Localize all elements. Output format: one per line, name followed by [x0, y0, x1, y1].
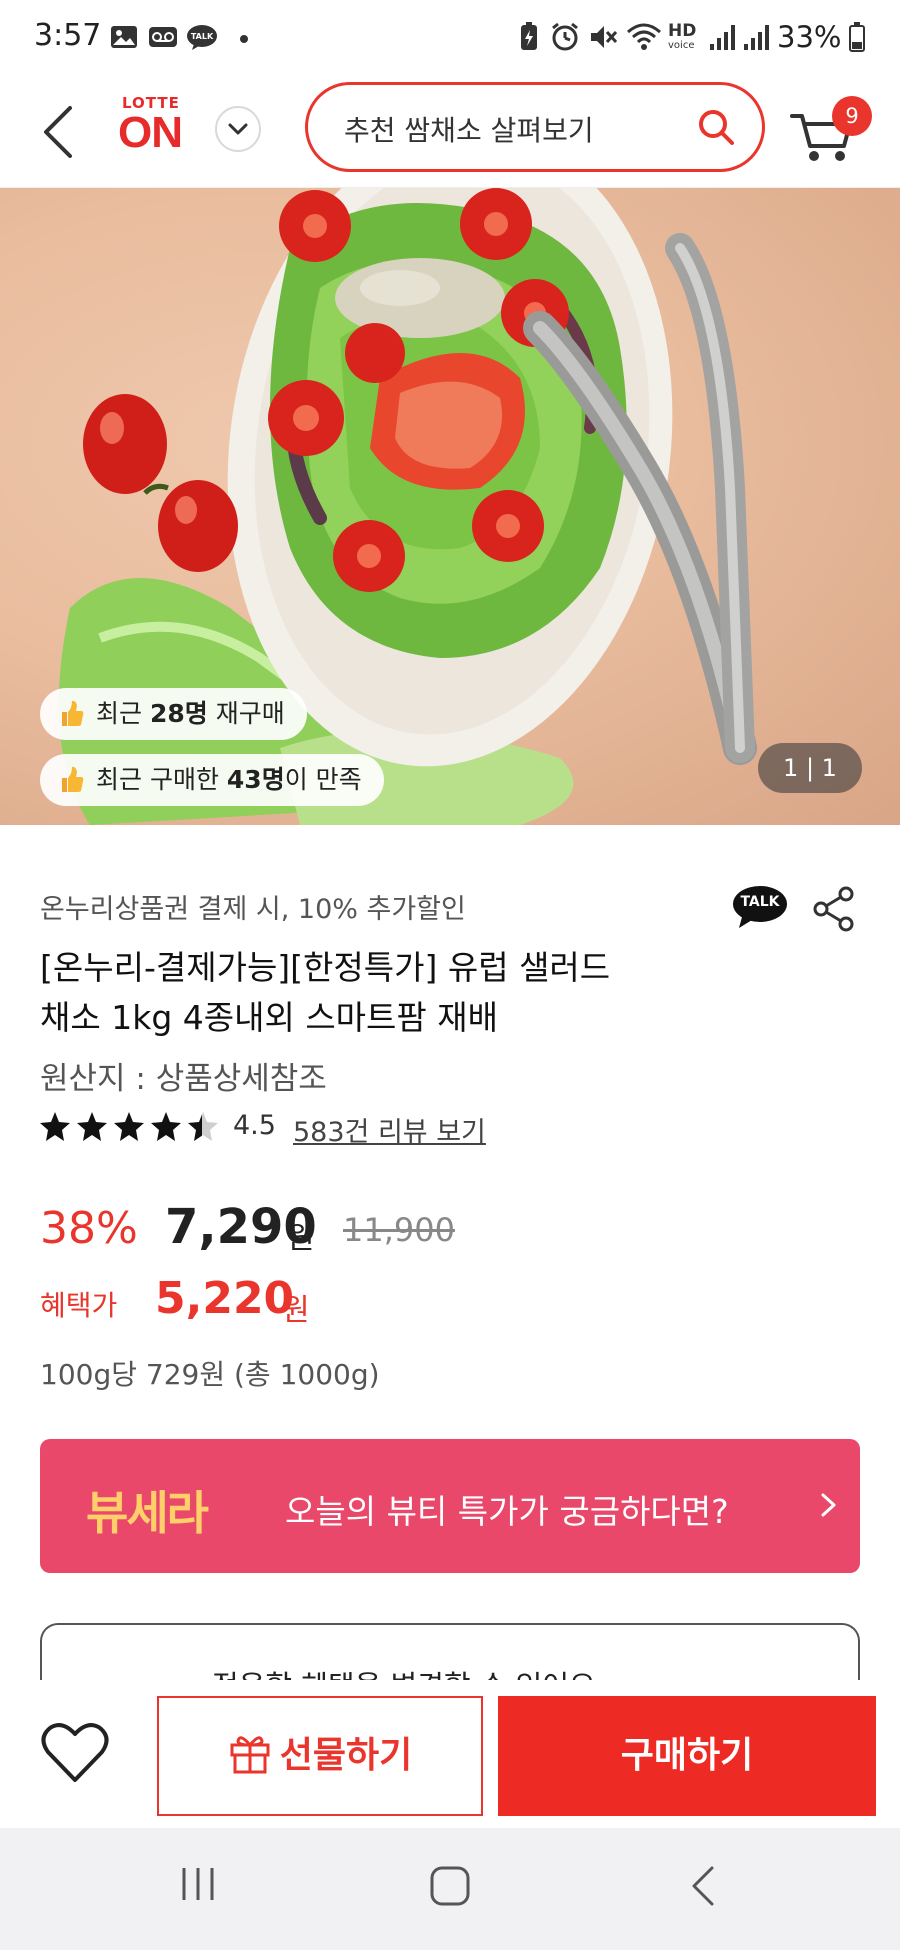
rating-value: 4.5 — [233, 1110, 276, 1141]
cart-count-badge: 9 — [832, 96, 872, 136]
star-icon — [77, 1112, 107, 1141]
thumbs-up-icon — [62, 766, 84, 792]
battery-icon — [849, 22, 865, 52]
gift-button[interactable]: 선물하기 — [157, 1696, 483, 1816]
signal-icon-2 — [744, 25, 769, 50]
back-nav-icon[interactable] — [688, 1864, 718, 1908]
battery-percentage: 33% — [777, 20, 842, 54]
chevron-left-icon[interactable] — [34, 100, 84, 164]
beauty-banner-text: 오늘의 뷰티 특가가 궁금하다면? — [285, 1492, 729, 1531]
repurchase-suffix: 재구매 — [207, 699, 285, 728]
mall-dropdown-button[interactable] — [215, 106, 261, 152]
search-input[interactable]: 추천 쌈채소 살펴보기 — [344, 109, 594, 149]
product-title: [온누리-결제가능][한정특가] 유럽 샐러드 채소 1kg 4종내외 스마트팜… — [40, 943, 740, 1043]
hd-voice-indicator: HD voice — [668, 22, 704, 54]
alarm-icon — [552, 22, 578, 51]
thumbs-up-icon — [62, 700, 84, 726]
buy-button[interactable]: 구매하기 — [498, 1696, 876, 1816]
benefit-price-label: 혜택가 — [40, 1289, 118, 1322]
chevron-down-icon — [228, 123, 248, 135]
status-bar: 3:57 TALK HD voice 33% — [0, 0, 900, 80]
talk-button[interactable]: TALK — [732, 885, 788, 929]
talk-label: TALK — [740, 894, 780, 910]
benefit-price: 5,220 — [155, 1273, 295, 1324]
gift-icon — [230, 1736, 270, 1774]
repurchase-chip: 최근 28명 재구매 — [40, 688, 307, 740]
dot-icon — [240, 35, 248, 43]
gallery-icon — [111, 26, 137, 48]
half-star-icon — [188, 1112, 218, 1141]
voice-label: voice — [668, 40, 695, 51]
gift-label: 선물하기 — [279, 1735, 413, 1776]
lotte-on-logo[interactable]: LOTTE ON — [118, 94, 200, 174]
star-icon — [151, 1112, 181, 1141]
voicemail-icon — [149, 27, 177, 47]
wifi-icon — [627, 23, 661, 50]
product-image[interactable]: 최근 28명 재구매 최근 구매한 43명이 만족 1 | 1 — [0, 188, 900, 825]
gift-button-content: 선물하기 — [159, 1698, 481, 1814]
repurchase-count: 28명 — [149, 699, 208, 728]
signal-icon-1 — [710, 25, 735, 50]
satisfaction-prefix: 최근 구매한 — [96, 765, 227, 794]
mute-icon — [591, 26, 618, 48]
beauty-promo-banner[interactable]: 뷰세라 오늘의 뷰티 특가가 궁금하다면? — [40, 1439, 860, 1573]
kakaotalk-icon: TALK — [187, 25, 217, 50]
home-icon[interactable] — [428, 1864, 472, 1908]
discount-rate: 38% — [40, 1203, 138, 1254]
origin-info: 원산지 : 상품상세참조 — [40, 1061, 327, 1097]
search-bar[interactable]: 추천 쌈채소 살펴보기 — [305, 82, 765, 172]
product-title-line-1: [온누리-결제가능][한정특가] 유럽 샐러드 — [40, 948, 611, 987]
logo-main-text: ON — [118, 108, 183, 157]
original-price: 11,900 — [343, 1211, 455, 1249]
recent-apps-icon[interactable] — [178, 1864, 218, 1904]
product-title-line-2: 채소 1kg 4종내외 스마트팜 재배 — [40, 998, 498, 1037]
star-rating — [40, 1112, 218, 1141]
unit-price: 100g당 729원 (총 1000g) — [40, 1358, 380, 1391]
review-link[interactable]: 583건 리뷰 보기 — [293, 1110, 486, 1149]
status-time: 3:57 — [34, 18, 102, 53]
app-header: LOTTE ON 추천 쌈채소 살펴보기 9 — [0, 80, 900, 188]
star-icon — [114, 1112, 144, 1141]
battery-saver-icon — [521, 22, 537, 50]
hd-label: HD — [668, 21, 697, 41]
promo-text: 온누리상품권 결제 시, 10% 추가할인 — [40, 894, 466, 925]
satisfaction-suffix: 이 만족 — [284, 765, 362, 794]
benefit-price-unit: 원 — [282, 1293, 310, 1328]
satisfaction-count: 43명 — [226, 765, 285, 794]
status-talk-text: TALK — [191, 32, 214, 41]
chevron-right-icon — [821, 1493, 836, 1517]
star-icon — [40, 1112, 70, 1141]
heart-icon[interactable] — [40, 1720, 110, 1786]
search-icon[interactable] — [696, 107, 736, 147]
share-icon[interactable] — [812, 885, 856, 933]
beauty-brand: 뷰세라 — [86, 1486, 209, 1540]
repurchase-prefix: 최근 — [96, 699, 150, 728]
image-page-indicator: 1 | 1 — [758, 743, 862, 793]
sale-price-unit: 원 — [287, 1221, 315, 1256]
system-nav-bar — [0, 1828, 900, 1950]
purchase-action-bar: 선물하기 구매하기 — [0, 1680, 900, 1828]
satisfaction-chip: 최근 구매한 43명이 만족 — [40, 754, 384, 806]
